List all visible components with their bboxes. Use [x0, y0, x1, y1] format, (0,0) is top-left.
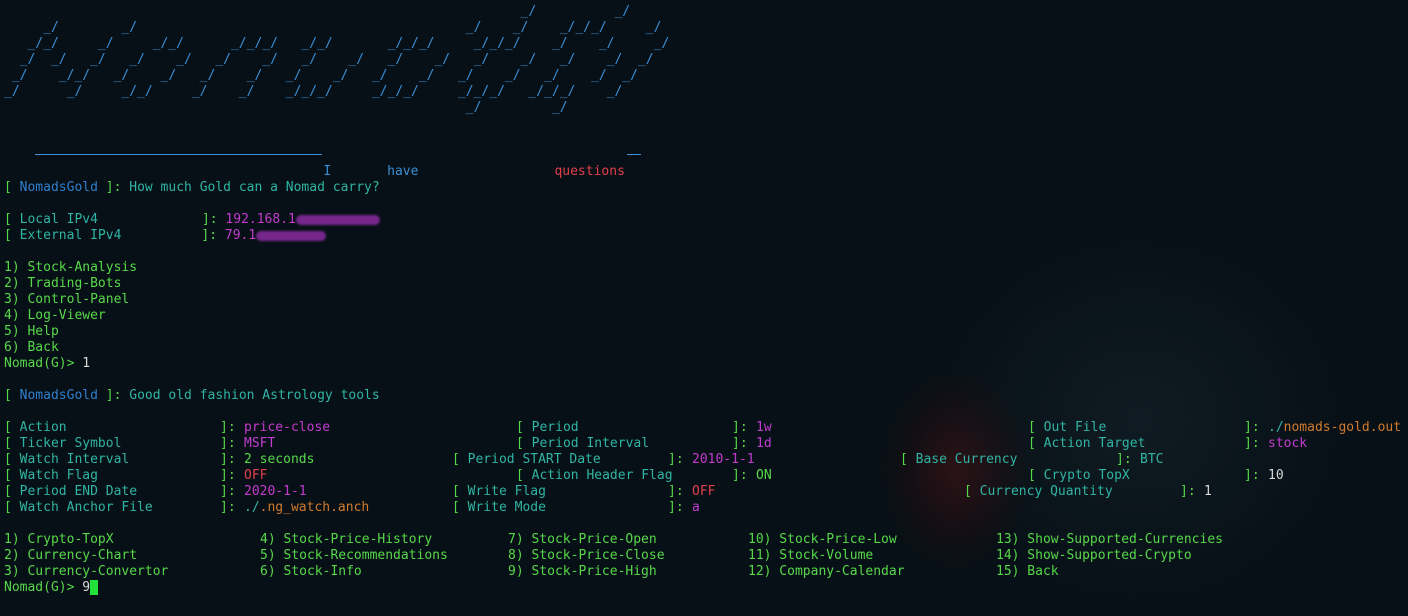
- menu-item[interactable]: 1) Crypto-TopX: [4, 532, 114, 548]
- menu-item[interactable]: 7) Stock-Price-Open: [508, 532, 657, 548]
- setting-watch-flag-value: OFF: [244, 468, 268, 483]
- local-ip-value: 192.168.1: [225, 212, 296, 227]
- external-ip-line: [ External IPv4]: 79.1: [4, 228, 327, 244]
- setting-ticker-symbol-value: MSFT: [244, 436, 276, 451]
- menu-item-control-panel[interactable]: 3) Control-Panel: [4, 292, 129, 308]
- intro-text: How much Gold can a Nomad carry?: [129, 180, 380, 195]
- external-ip-label: External IPv4: [19, 228, 122, 243]
- setting-watch-flag: [ Watch Flag: [4, 468, 98, 483]
- prompt-input: 1: [82, 356, 91, 371]
- menu-item[interactable]: 14) Show-Supported-Crypto: [996, 548, 1192, 564]
- menu-item-help[interactable]: 5) Help: [4, 324, 59, 340]
- menu-item[interactable]: 15) Back: [996, 564, 1059, 580]
- section-line: [ NomadsGold ]: Good old fashion Astrolo…: [4, 388, 380, 403]
- setting-write-mode-value: a: [692, 500, 700, 515]
- prompt-line-active[interactable]: Nomad(G)> 9: [4, 580, 99, 596]
- banner-line: _/ _/ _/_/ _/ _/ _/_/_/ _/_/_/ _/_/_/ _/…: [4, 84, 623, 99]
- menu-item-stock-analysis[interactable]: 1) Stock-Analysis: [4, 260, 137, 276]
- menu-item-log-viewer[interactable]: 4) Log-Viewer: [4, 308, 106, 324]
- banner-line: _/ _/: [4, 100, 568, 115]
- banner-line: _/ _/ _/ _/ _/ _/ _/ _/ _/ _/ _/ _/ _/ _…: [4, 52, 654, 67]
- setting-crypto-topx-value: 10: [1268, 468, 1284, 483]
- setting-currency-quantity: [ Currency Quantity: [964, 484, 1113, 499]
- setting-out-file: [ Out File: [1028, 420, 1107, 435]
- setting-ticker-symbol: [ Ticker Symbol: [4, 436, 122, 451]
- setting-action-target-value: stock: [1268, 436, 1308, 451]
- cursor: [90, 580, 99, 595]
- menu-item-trading-bots[interactable]: 2) Trading-Bots: [4, 276, 121, 292]
- redacted-block: [256, 230, 327, 241]
- setting-period-interval-value: 1d: [756, 436, 772, 451]
- setting-action-value: price-close: [244, 420, 331, 435]
- banner-line: _/_/ _/ _/_/ _/_/_/ _/_/ _/_/_/ _/_/_/ _…: [4, 36, 670, 51]
- setting-action-header-flag: [ Action Header Flag: [516, 468, 673, 483]
- setting-action-header-flag-value: ON: [756, 468, 772, 483]
- menu-item[interactable]: 5) Stock-Recommendations: [260, 548, 448, 564]
- app-tag: NomadsGold: [19, 180, 98, 195]
- setting-watch-interval: [ Watch Interval: [4, 452, 130, 467]
- setting-period-end-value: 2020-1-1: [244, 484, 307, 499]
- menu-item[interactable]: 3) Currency-Convertor: [4, 564, 168, 580]
- setting-period-start: [ Period START Date: [452, 452, 601, 467]
- setting-action: [ Action: [4, 420, 67, 435]
- local-ip-label: Local IPv4: [19, 212, 98, 227]
- setting-watch-anchor-value: ./.ng_watch.anch: [244, 500, 370, 515]
- prompt-input[interactable]: 9: [82, 580, 90, 595]
- local-ip-line: [ Local IPv4]: 192.168.1: [4, 212, 380, 228]
- app-tag: NomadsGold: [19, 388, 98, 403]
- prompt: Nomad(G)>: [4, 356, 75, 371]
- setting-crypto-topx: [ Crypto TopX: [1028, 468, 1130, 483]
- menu-item[interactable]: 6) Stock-Info: [260, 564, 362, 580]
- prompt: Nomad(G)>: [4, 580, 75, 595]
- menu-item[interactable]: 4) Stock-Price-History: [260, 532, 432, 548]
- prompt-line: Nomad(G)> 1: [4, 356, 90, 372]
- redacted-block: [295, 214, 380, 225]
- tagline: Ihave questions: [4, 148, 625, 179]
- banner-line: _/ _/ _/ _/ _/_/_/ _/: [4, 20, 662, 35]
- menu-item[interactable]: 8) Stock-Price-Close: [508, 548, 665, 564]
- menu-item[interactable]: 10) Stock-Price-Low: [748, 532, 897, 548]
- setting-currency-quantity-value: 1: [1204, 484, 1212, 499]
- tagline-word: questions: [554, 164, 625, 179]
- banner-underline: [4, 132, 642, 155]
- setting-base-currency: [ Base Currency: [900, 452, 1018, 467]
- setting-watch-interval-value: 2 seconds: [244, 452, 315, 467]
- setting-watch-anchor: [ Watch Anchor File: [4, 500, 153, 515]
- setting-period: [ Period: [516, 420, 579, 435]
- external-ip-value: 79.1: [224, 228, 257, 243]
- setting-base-currency-value: BTC: [1140, 452, 1164, 467]
- menu-item-back[interactable]: 6) Back: [4, 340, 59, 356]
- setting-write-mode: [ Write Mode: [452, 500, 546, 515]
- setting-write-flag-value: OFF: [692, 484, 716, 499]
- banner-line: _/ _/_/ _/ _/ _/ _/ _/ _/ _/ _/ _/ _/ _/…: [4, 68, 638, 83]
- menu-item[interactable]: 13) Show-Supported-Currencies: [996, 532, 1223, 548]
- section-text: Good old fashion Astrology tools: [129, 388, 380, 403]
- setting-period-value: 1w: [756, 420, 772, 435]
- setting-period-end: [ Period END Date: [4, 484, 138, 499]
- tagline-word: have: [387, 164, 419, 179]
- menu-item[interactable]: 2) Currency-Chart: [4, 548, 137, 564]
- menu-item[interactable]: 9) Stock-Price-High: [508, 564, 657, 580]
- divider: [627, 148, 642, 155]
- menu-item[interactable]: 11) Stock-Volume: [748, 548, 873, 564]
- banner-line: _/ _/: [4, 4, 631, 19]
- setting-write-flag: [ Write Flag: [452, 484, 546, 499]
- tagline-word: I: [323, 164, 332, 179]
- setting-period-interval: [ Period Interval: [516, 436, 650, 451]
- menu-item[interactable]: 12) Company-Calendar: [748, 564, 905, 580]
- setting-action-target: [ Action Target: [1028, 436, 1146, 451]
- intro-line: [ NomadsGold ]: How much Gold can a Noma…: [4, 180, 380, 195]
- setting-out-file-value: ./nomads-gold.out: [1268, 420, 1402, 435]
- setting-period-start-value: 2010-1-1: [692, 452, 755, 467]
